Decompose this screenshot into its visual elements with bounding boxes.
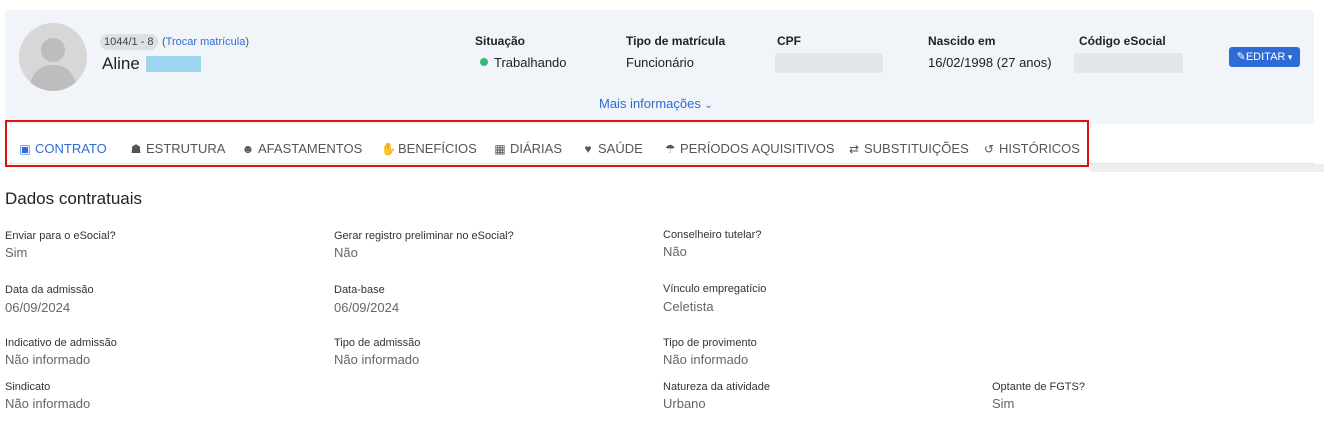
field-value: Sim (5, 245, 28, 260)
field-value: Não informado (5, 352, 91, 367)
field-label: Sindicato (5, 381, 51, 393)
avatar (19, 23, 87, 91)
field-label: Gerar registro preliminar no eSocial? (334, 230, 514, 242)
field-value: 06/09/2024 (334, 300, 400, 315)
status-value: Trabalhando (480, 55, 567, 71)
chevron-down-icon: ▾ (1285, 52, 1293, 62)
section-title: Dados contratuais (5, 189, 143, 208)
field-label: Natureza da atividade (663, 381, 771, 393)
esocial-code-redacted (1074, 53, 1183, 73)
switch-registration: (Trocar matrícula) (162, 36, 250, 48)
field-value: Não informado (663, 352, 749, 367)
field-value: Não (663, 244, 687, 259)
chevron-down-icon: ⌄ (704, 100, 713, 111)
field-label: Enviar para o eSocial? (5, 230, 116, 242)
status-dot-icon (480, 58, 488, 66)
employee-header: 1044/1 - 8 (Trocar matrícula) Aline Situ… (5, 10, 1314, 124)
switch-registration-link[interactable]: Trocar matrícula (166, 36, 246, 48)
cpf-label: CPF (777, 34, 801, 48)
employee-name: Aline (102, 54, 140, 73)
field-value: Não informado (5, 396, 91, 411)
field-label: Vínculo empregatício (663, 283, 767, 295)
field-value: Não (334, 245, 358, 260)
field-value: Urbano (663, 396, 706, 411)
field-value: Sim (992, 396, 1015, 411)
divider (1091, 164, 1324, 172)
birth-value: 16/02/1998 (27 anos) (928, 55, 1052, 70)
redacted-surname (146, 56, 201, 72)
field-label: Optante de FGTS? (992, 381, 1085, 393)
field-label: Data-base (334, 284, 385, 296)
birth-label: Nascido em (928, 34, 996, 48)
status-label: Situação (475, 34, 526, 48)
field-value: 06/09/2024 (5, 300, 71, 315)
field-value: Não informado (334, 352, 420, 367)
esocial-code-label: Código eSocial (1079, 34, 1166, 48)
registration-type-label: Tipo de matrícula (626, 34, 726, 48)
cpf-redacted (775, 53, 883, 73)
field-label: Tipo de provimento (663, 337, 757, 349)
field-label: Indicativo de admissão (5, 337, 117, 349)
field-label: Conselheiro tutelar? (663, 229, 762, 241)
edit-button[interactable]: ✎EDITAR ▾ (1229, 47, 1300, 67)
more-info-link[interactable]: Mais informações ⌄ (599, 96, 713, 114)
tabs-highlight-box (5, 120, 1089, 167)
pencil-icon: ✎ (1236, 51, 1246, 63)
registration-badge: 1044/1 - 8 (100, 34, 158, 50)
field-value: Celetista (663, 299, 714, 314)
field-label: Tipo de admissão (334, 337, 421, 349)
registration-type-value: Funcionário (626, 55, 694, 70)
field-label: Data da admissão (5, 284, 94, 296)
